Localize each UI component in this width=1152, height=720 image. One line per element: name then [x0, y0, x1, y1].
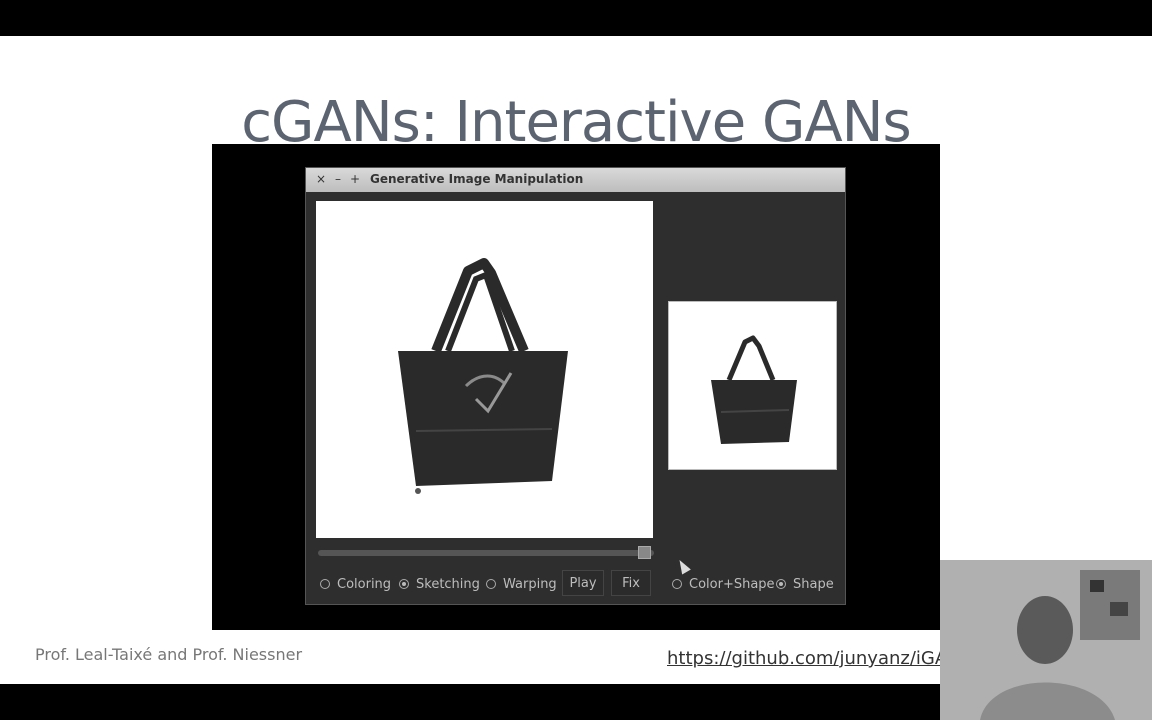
radio-icon	[486, 579, 496, 589]
footer-author: Prof. Leal-Taixé and Prof. Niessner	[35, 645, 303, 664]
webcam-overlay	[940, 560, 1152, 720]
constraint-color-shape-label: Color+Shape	[689, 576, 775, 592]
top-letterbox	[0, 0, 1152, 36]
radio-selected-icon	[776, 579, 786, 589]
drawing-canvas[interactable]	[316, 201, 653, 538]
github-link[interactable]: https://github.com/junyanz/iGAN	[667, 648, 961, 669]
mode-coloring-label: Coloring	[337, 576, 392, 592]
preview-bag	[711, 335, 797, 444]
play-button[interactable]: Play	[562, 570, 604, 596]
mode-coloring-radio[interactable]: Coloring	[320, 576, 391, 592]
fix-button[interactable]: Fix	[611, 570, 651, 596]
constraint-shape-radio[interactable]: Shape	[776, 576, 834, 592]
radio-selected-icon	[399, 579, 409, 589]
constraint-color-shape-radio[interactable]: Color+Shape	[672, 576, 775, 592]
window-title: Generative Image Manipulation	[370, 172, 584, 186]
minimize-icon[interactable]: –	[331, 172, 345, 186]
webcam-presenter	[940, 560, 1152, 720]
mode-sketching-radio[interactable]: Sketching	[399, 576, 480, 592]
radio-icon	[672, 579, 682, 589]
close-icon[interactable]: ×	[314, 172, 328, 186]
slider-handle[interactable]	[638, 546, 651, 559]
mode-sketching-label: Sketching	[416, 576, 480, 592]
radio-icon	[320, 579, 330, 589]
mode-warping-radio[interactable]: Warping	[486, 576, 557, 592]
generated-preview	[668, 301, 837, 470]
maximize-icon[interactable]: +	[348, 172, 362, 186]
bag-sketch	[398, 258, 568, 494]
window-titlebar[interactable]: × – + Generative Image Manipulation	[306, 168, 845, 192]
igan-window: × – + Generative Image Manipulation Colo…	[305, 167, 846, 605]
constraint-shape-label: Shape	[793, 576, 834, 592]
mode-warping-label: Warping	[503, 576, 557, 592]
interpolation-slider[interactable]	[318, 550, 654, 556]
